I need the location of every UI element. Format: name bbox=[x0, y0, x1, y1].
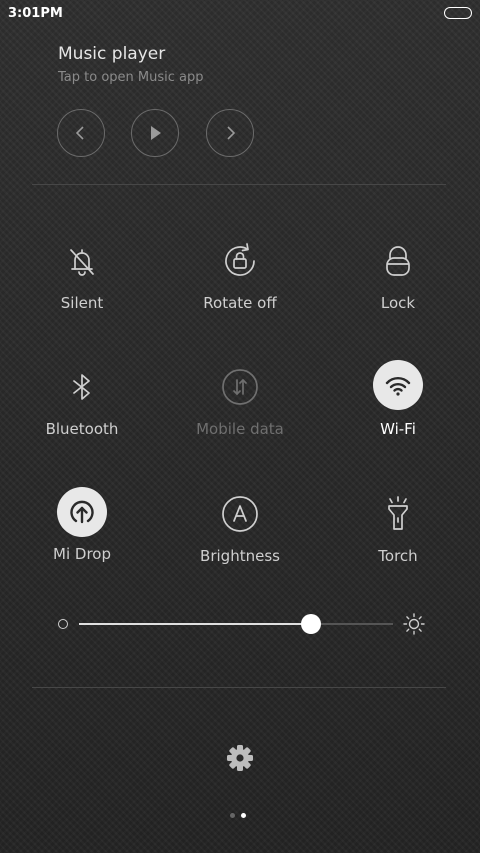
control-center-screen: 3:01PM Music player Tap to open Music ap… bbox=[0, 0, 480, 853]
toggle-mobile-data[interactable]: Mobile data bbox=[170, 362, 310, 462]
status-time: 3:01PM bbox=[8, 6, 63, 21]
brightness-low-icon bbox=[58, 619, 68, 629]
brightness-slider-track[interactable] bbox=[79, 614, 393, 634]
previous-track-button[interactable] bbox=[57, 109, 105, 157]
battery-full-icon bbox=[444, 7, 472, 19]
toggle-label: Brightness bbox=[200, 547, 280, 565]
toggle-label: Wi-Fi bbox=[380, 420, 416, 438]
next-track-button[interactable] bbox=[206, 109, 254, 157]
mobile-data-icon bbox=[215, 362, 265, 412]
torch-icon bbox=[373, 489, 423, 539]
music-player-title: Music player bbox=[58, 44, 166, 64]
toggle-label: Torch bbox=[378, 547, 418, 565]
toggle-mi-drop[interactable]: Mi Drop bbox=[12, 487, 152, 587]
toggle-wifi[interactable]: Wi-Fi bbox=[328, 360, 468, 460]
toggle-torch[interactable]: Torch bbox=[328, 489, 468, 589]
brightness-slider-fill bbox=[79, 623, 312, 625]
auto-brightness-icon bbox=[215, 489, 265, 539]
wifi-icon bbox=[373, 360, 423, 410]
brightness-slider-thumb[interactable] bbox=[301, 614, 322, 634]
bluetooth-icon bbox=[57, 362, 107, 412]
gear-icon bbox=[227, 745, 253, 771]
play-icon bbox=[151, 126, 161, 140]
brightness-slider[interactable] bbox=[52, 610, 426, 638]
toggle-brightness[interactable]: Brightness bbox=[170, 489, 310, 589]
toggle-label: Rotate off bbox=[203, 294, 277, 312]
divider-top bbox=[32, 184, 446, 185]
bell-off-icon bbox=[57, 236, 107, 286]
lock-icon bbox=[373, 236, 423, 286]
rotation-lock-icon bbox=[215, 236, 265, 286]
previous-icon bbox=[75, 126, 84, 140]
status-bar: 3:01PM bbox=[0, 0, 480, 28]
play-button[interactable] bbox=[131, 109, 179, 157]
toggle-label: Mobile data bbox=[196, 420, 284, 438]
mi-drop-icon bbox=[57, 487, 107, 537]
toggle-label: Bluetooth bbox=[45, 420, 119, 438]
page-dot bbox=[230, 813, 235, 818]
page-dot-active bbox=[241, 813, 246, 818]
toggle-lock[interactable]: Lock bbox=[328, 236, 468, 336]
toggle-bluetooth[interactable]: Bluetooth bbox=[12, 362, 152, 462]
divider-bottom bbox=[32, 687, 446, 688]
next-icon bbox=[227, 126, 236, 140]
toggle-label: Mi Drop bbox=[53, 545, 111, 563]
brightness-high-icon bbox=[402, 612, 426, 640]
toggle-silent[interactable]: Silent bbox=[12, 236, 152, 336]
settings-button[interactable] bbox=[224, 742, 256, 778]
page-indicator bbox=[230, 813, 250, 819]
toggle-label: Lock bbox=[380, 294, 416, 312]
toggle-rotate[interactable]: Rotate off bbox=[170, 236, 310, 336]
toggle-label: Silent bbox=[60, 294, 104, 312]
music-player-subtitle: Tap to open Music app bbox=[58, 70, 204, 85]
